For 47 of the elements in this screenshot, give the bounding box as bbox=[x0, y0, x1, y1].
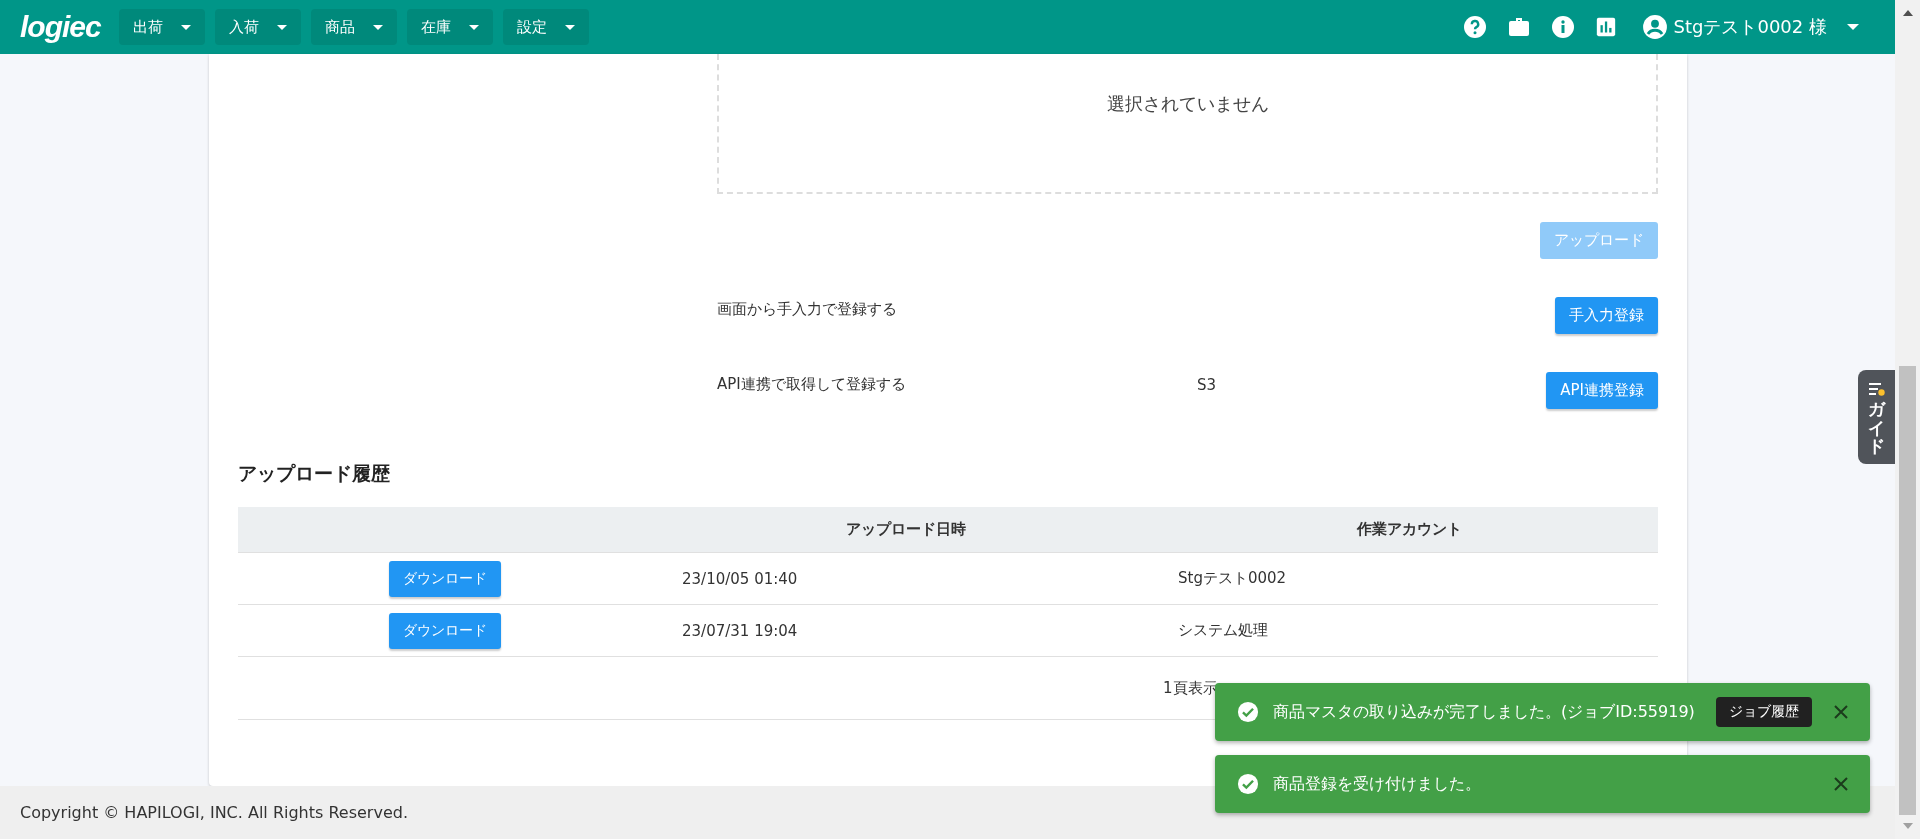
caret-icon bbox=[468, 24, 479, 30]
table-cell: 23/10/05 01:40 bbox=[682, 569, 798, 588]
caret-icon bbox=[1847, 24, 1859, 30]
check-circle-icon bbox=[1237, 701, 1259, 723]
scroll-up-icon[interactable] bbox=[1902, 10, 1913, 16]
option-label: API連携で取得して登録する bbox=[717, 375, 907, 394]
table-cell: Stgテスト0002 bbox=[1178, 569, 1287, 587]
source-label: S3 bbox=[1197, 375, 1217, 394]
toast-message: 商品登録を受け付けました。 bbox=[1273, 773, 1482, 795]
register-button[interactable]: API連携登録 bbox=[1546, 372, 1658, 409]
copyright-text: Copyright © HAPILOGI, INC. All Rights Reserved. bbox=[20, 803, 408, 822]
download-button[interactable]: ダウンロード bbox=[389, 560, 501, 597]
download-button[interactable]: ダウンロード bbox=[389, 612, 501, 649]
table-cell: 23/07/31 19:04 bbox=[682, 621, 798, 640]
caret-icon bbox=[276, 24, 287, 30]
scroll-thumb[interactable] bbox=[1899, 366, 1916, 815]
caret-icon bbox=[180, 24, 191, 30]
section-title: アップロード履歴 bbox=[238, 461, 391, 486]
option-label: 画面から手入力で登録する bbox=[717, 300, 898, 319]
info-icon[interactable] bbox=[1550, 15, 1575, 39]
logo[interactable]: logiec bbox=[20, 10, 101, 44]
file-drop-zone[interactable]: 選択されていません bbox=[717, 54, 1658, 194]
register-button[interactable]: 手入力登録 bbox=[1555, 297, 1658, 334]
bar-chart-icon[interactable] bbox=[1594, 16, 1617, 38]
toast-message: 商品マスタの取り込みが完了しました。(ジョブID:55919) bbox=[1273, 701, 1696, 723]
scroll-down-icon[interactable] bbox=[1902, 823, 1913, 829]
menu-button[interactable]: 在庫 bbox=[406, 9, 493, 45]
guide-tab[interactable]: ガイド bbox=[1858, 370, 1895, 464]
caret-icon bbox=[564, 24, 575, 30]
menu-button[interactable]: 入荷 bbox=[214, 9, 301, 45]
menu-button[interactable]: 出荷 bbox=[118, 9, 205, 45]
job-history-button[interactable]: ジョブ履歴 bbox=[1716, 697, 1812, 727]
column-header: アップロード日時 bbox=[845, 520, 967, 539]
close-icon[interactable] bbox=[1834, 777, 1848, 791]
list-icon bbox=[1868, 382, 1885, 396]
briefcase-icon[interactable] bbox=[1506, 15, 1531, 39]
table-cell: システム処理 bbox=[1178, 621, 1268, 639]
scrollbar[interactable] bbox=[1895, 0, 1920, 839]
menu-button[interactable]: 設定 bbox=[502, 9, 589, 45]
menu-button[interactable]: 商品 bbox=[310, 9, 397, 45]
close-icon[interactable] bbox=[1834, 705, 1848, 719]
user-menu[interactable]: Stgテスト0002 様 bbox=[1635, 13, 1875, 41]
column-header: 作業アカウント bbox=[1355, 520, 1463, 539]
help-icon[interactable] bbox=[1462, 15, 1487, 39]
account-icon bbox=[1641, 14, 1668, 40]
check-circle-icon bbox=[1237, 773, 1259, 795]
caret-icon bbox=[372, 24, 383, 30]
